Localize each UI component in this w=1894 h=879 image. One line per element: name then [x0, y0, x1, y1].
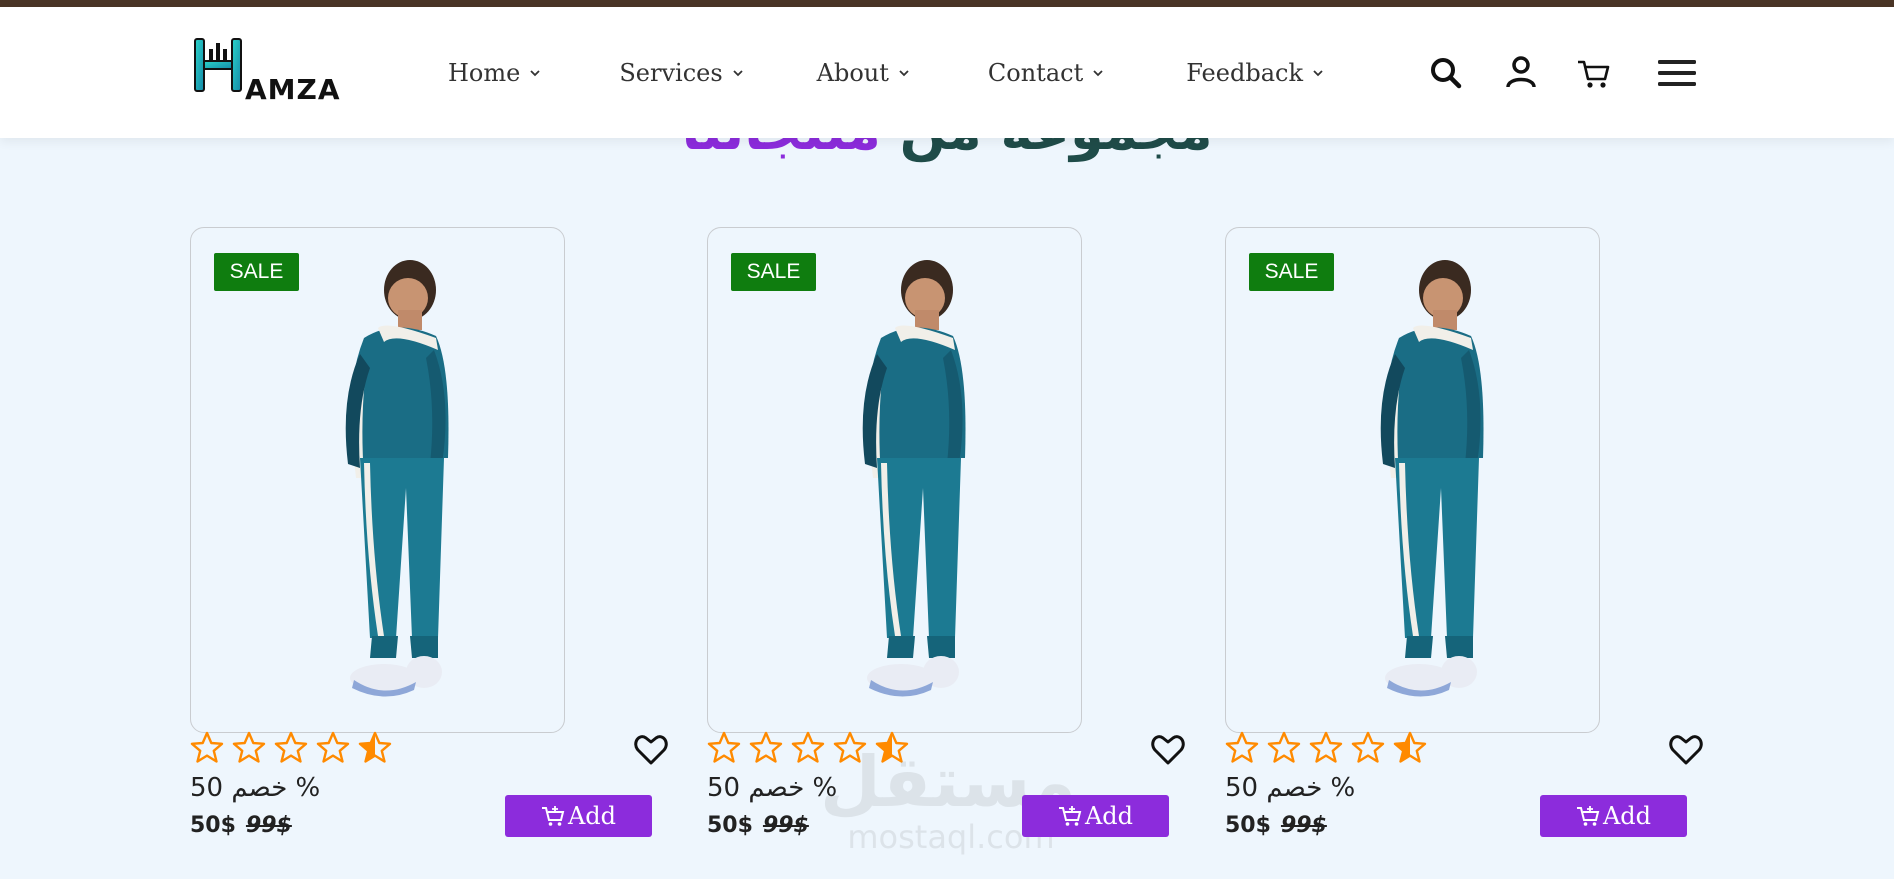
nav-item-home[interactable]: Home [448, 59, 541, 87]
old-price: 99$ [245, 813, 292, 838]
discount-label: 50 خصم % [707, 773, 838, 803]
nav-item-about[interactable]: About [817, 59, 910, 87]
star-icon [1267, 731, 1301, 763]
sale-badge: SALE [731, 253, 816, 291]
price-group: 50$ 99$ [1225, 813, 1327, 838]
chevron-down-icon [530, 70, 540, 77]
star-icon [1225, 731, 1259, 763]
brand-logo[interactable]: AMZA [193, 37, 343, 117]
old-price: 99$ [762, 813, 809, 838]
sale-badge: SALE [1249, 253, 1334, 291]
current-price: 50$ [1225, 813, 1271, 838]
sale-badge: SALE [214, 253, 299, 291]
nav-item-label: Contact [987, 59, 1084, 87]
add-to-cart-button[interactable]: Add [505, 795, 652, 837]
star-icon [707, 731, 741, 763]
star-icon [1351, 731, 1385, 763]
product-card[interactable]: SALE [707, 227, 1082, 733]
price-group: 50$ 99$ [707, 813, 809, 838]
nav-item-feedback[interactable]: Feedback [1186, 59, 1324, 87]
nav-item-services[interactable]: Services [619, 59, 743, 87]
nav-item-label: About [816, 59, 889, 87]
logo-text: AMZA [245, 73, 341, 106]
old-price: 99$ [1280, 813, 1327, 838]
user-icon[interactable] [1502, 53, 1540, 91]
star-icon [232, 731, 266, 763]
star-icon [791, 731, 825, 763]
chevron-down-icon [1093, 70, 1103, 77]
logo-h-icon [194, 38, 242, 92]
heart-icon[interactable] [1668, 732, 1704, 768]
chevron-down-icon [1313, 70, 1323, 77]
star-icon [833, 731, 867, 763]
add-button-label: Add [1602, 802, 1652, 830]
cart-plus-icon [1576, 806, 1600, 826]
chevron-down-icon [733, 70, 743, 77]
heart-icon[interactable] [633, 732, 669, 768]
discount-label: 50 خصم % [190, 773, 321, 803]
heart-icon[interactable] [1150, 732, 1186, 768]
navbar: AMZA Home Services About Contact Feedbac… [0, 7, 1894, 138]
nav-item-label: Services [619, 59, 723, 87]
rating-stars [707, 731, 917, 765]
menu-icon[interactable] [1657, 57, 1697, 91]
add-button-label: Add [1084, 802, 1134, 830]
cart-plus-icon [541, 806, 565, 826]
product-card[interactable]: SALE [190, 227, 565, 733]
nav-item-contact[interactable]: Contact [988, 59, 1104, 87]
product-image [862, 260, 966, 697]
cart-plus-icon [1058, 806, 1082, 826]
star-icon [274, 731, 308, 763]
chevron-down-icon [899, 70, 909, 77]
add-to-cart-button[interactable]: Add [1540, 795, 1687, 837]
nav-item-label: Feedback [1186, 59, 1303, 87]
star-icon [875, 731, 909, 763]
star-icon [316, 731, 350, 763]
current-price: 50$ [707, 813, 753, 838]
main-nav: Home Services About Contact Feedback [448, 59, 1324, 87]
top-accent-strip [0, 0, 1894, 7]
price-group: 50$ 99$ [190, 813, 292, 838]
search-icon[interactable] [1427, 54, 1465, 92]
cart-icon[interactable] [1575, 55, 1613, 93]
star-icon [190, 731, 224, 763]
rating-stars [1225, 731, 1435, 765]
rating-stars [190, 731, 400, 765]
star-icon [749, 731, 783, 763]
add-to-cart-button[interactable]: Add [1022, 795, 1169, 837]
add-button-label: Add [567, 802, 617, 830]
product-image [1380, 260, 1484, 697]
star-icon [1393, 731, 1427, 763]
discount-label: 50 خصم % [1225, 773, 1356, 803]
product-card[interactable]: SALE [1225, 227, 1600, 733]
star-icon [1309, 731, 1343, 763]
star-icon [358, 731, 392, 763]
current-price: 50$ [190, 813, 236, 838]
product-image [345, 260, 449, 697]
nav-item-label: Home [448, 59, 521, 87]
